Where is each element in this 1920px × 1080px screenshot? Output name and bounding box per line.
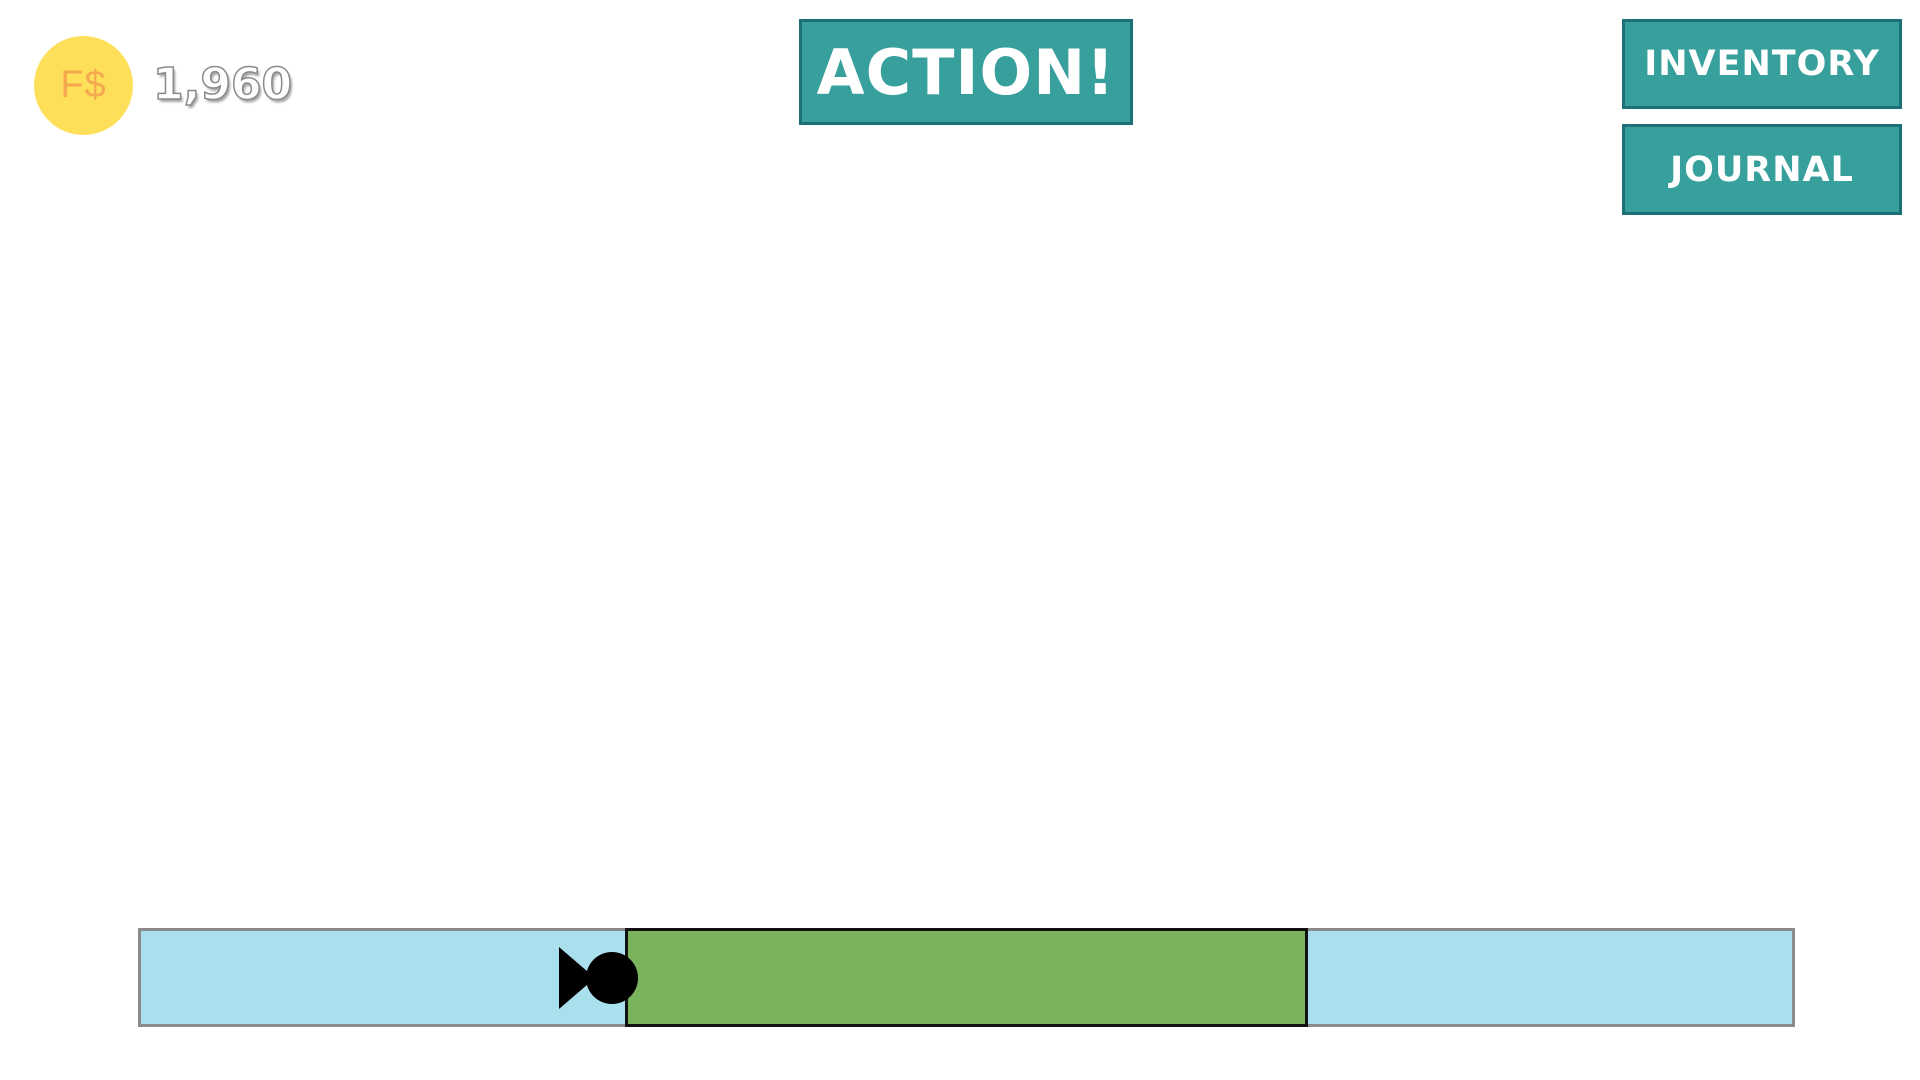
game-screen: F$ 1,960 ACTION! INVENTORY JOURNAL xyxy=(0,0,1920,1080)
currency-symbol: F$ xyxy=(60,64,107,106)
timing-meter xyxy=(138,928,1795,1027)
target-zone xyxy=(625,928,1308,1027)
action-button[interactable]: ACTION! xyxy=(799,19,1133,125)
currency-balance: 1,960 xyxy=(152,58,293,111)
inventory-button[interactable]: INVENTORY xyxy=(1622,19,1902,109)
journal-button[interactable]: JOURNAL xyxy=(1622,124,1902,215)
coin-icon: F$ xyxy=(34,36,133,135)
fish-marker-icon xyxy=(559,947,638,1009)
